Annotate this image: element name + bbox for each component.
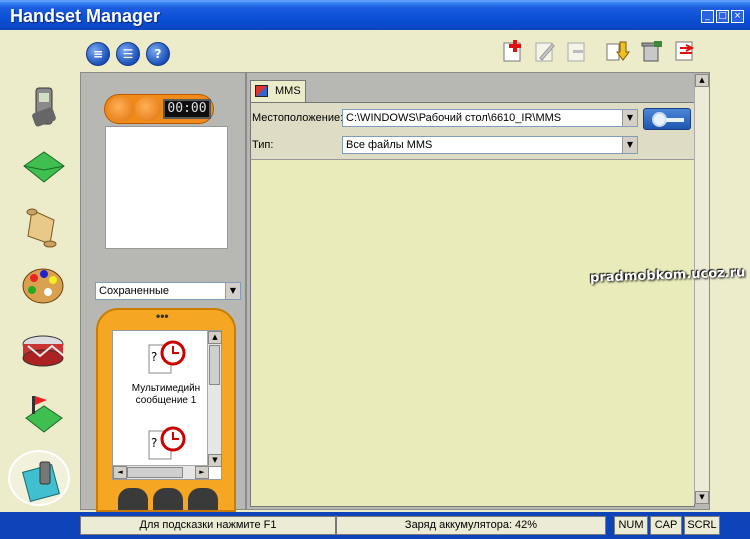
scroll-thumb[interactable]	[209, 345, 220, 385]
status-num: NUM	[614, 516, 648, 535]
status-bar: Для подсказки нажмите F1 Заряд аккумулят…	[0, 512, 750, 539]
trash-icon[interactable]	[638, 38, 664, 64]
chevron-down-icon[interactable]: ▼	[622, 137, 637, 153]
sidebar	[0, 70, 80, 510]
scroll-thumb[interactable]	[127, 467, 183, 478]
window-title: Handset Manager	[10, 6, 161, 26]
status-scrl: SCRL	[684, 516, 720, 535]
location-value: C:\WINDOWS\Рабочий стол\6610_IR\MMS	[346, 112, 562, 124]
phone-dots: •••	[156, 309, 169, 323]
phone-keys	[116, 486, 220, 510]
close-button[interactable]: ×	[731, 10, 744, 23]
status-cap: CAP	[650, 516, 682, 535]
svg-text:?: ?	[151, 436, 157, 450]
delete-icon[interactable]	[564, 38, 590, 64]
type-select[interactable]: Все файлы MMS ▼	[342, 136, 638, 154]
scroll-down-icon[interactable]: ▼	[208, 454, 222, 467]
content-panel	[250, 102, 695, 507]
scroll-up-icon[interactable]: ▲	[208, 331, 222, 344]
mms-tab-icon	[255, 85, 268, 97]
list-item[interactable]: ? Мультимедийн сообщение 1	[123, 339, 209, 407]
new-icon[interactable]	[500, 38, 526, 64]
main-vertical-scrollbar[interactable]: ▲ ▼	[694, 74, 709, 504]
mms-document-icon: ?	[148, 340, 186, 374]
scroll-icon[interactable]	[18, 204, 68, 250]
player-control: 00:00	[104, 94, 214, 124]
list-horizontal-scrollbar[interactable]: ◄ ►	[113, 465, 209, 479]
scroll-up-icon[interactable]: ▲	[695, 74, 709, 87]
location-label: Местоположение:	[252, 112, 344, 124]
scroll-down-icon[interactable]: ▼	[695, 491, 709, 504]
search-button[interactable]	[643, 108, 691, 130]
send-icon[interactable]	[604, 38, 630, 64]
scroll-left-icon[interactable]: ◄	[113, 466, 127, 479]
menu-key[interactable]	[153, 488, 183, 510]
player-button-2[interactable]	[135, 97, 161, 121]
location-select[interactable]: C:\WINDOWS\Рабочий стол\6610_IR\MMS ▼	[342, 109, 638, 127]
tab-mms-label: MMS	[275, 85, 301, 97]
sync-icon[interactable]	[672, 38, 698, 64]
folder-select[interactable]: Сохраненные ▼	[95, 282, 241, 300]
drum-icon[interactable]	[18, 326, 68, 372]
chevron-down-icon[interactable]: ▼	[225, 283, 240, 299]
tab-mms[interactable]: MMS	[250, 80, 306, 102]
title-bar: Handset Manager _ □ ×	[0, 0, 750, 30]
list-item[interactable]: ?	[123, 425, 209, 469]
document-icon[interactable]: ≡	[86, 42, 110, 66]
counter-display: 00:00	[163, 99, 211, 119]
list-item-label: Мультимедийн сообщение 1	[131, 383, 201, 406]
mms-icon[interactable]	[18, 392, 68, 438]
phone-settings-icon[interactable]	[18, 458, 68, 504]
player-button-1[interactable]	[108, 97, 134, 121]
chevron-down-icon[interactable]: ▼	[622, 110, 637, 126]
phone-icon[interactable]	[18, 84, 68, 130]
search-icon	[652, 112, 667, 127]
svg-text:?: ?	[151, 350, 157, 364]
phone-frame: ••• ? Мультимедийн сообщение 1 ? ▲ ▼ ◄ ►	[96, 308, 236, 512]
scroll-right-icon[interactable]: ►	[195, 466, 209, 479]
minimize-button[interactable]: _	[701, 10, 714, 23]
list-icon[interactable]: ☰	[116, 42, 140, 66]
type-value: Все файлы MMS	[346, 139, 433, 151]
message-icon[interactable]	[18, 144, 68, 190]
list-vertical-scrollbar[interactable]: ▲ ▼	[207, 331, 222, 467]
call-key[interactable]	[118, 488, 148, 510]
palette-icon[interactable]	[18, 262, 68, 308]
help-icon[interactable]: ?	[146, 42, 170, 66]
search-handle	[666, 118, 684, 122]
window-controls: _ □ ×	[701, 10, 744, 23]
maximize-button[interactable]: □	[716, 10, 729, 23]
status-hint: Для подсказки нажмите F1	[80, 516, 336, 535]
edit-icon[interactable]	[532, 38, 558, 64]
folder-select-value: Сохраненные	[99, 285, 170, 297]
preview-pane	[105, 126, 228, 249]
end-key[interactable]	[188, 488, 218, 510]
type-label: Тип:	[252, 139, 274, 151]
message-list: ? Мультимедийн сообщение 1 ? ▲ ▼ ◄ ►	[112, 330, 222, 480]
mms-document-icon: ?	[148, 426, 186, 460]
status-battery: Заряд аккумулятора: 42%	[336, 516, 606, 535]
